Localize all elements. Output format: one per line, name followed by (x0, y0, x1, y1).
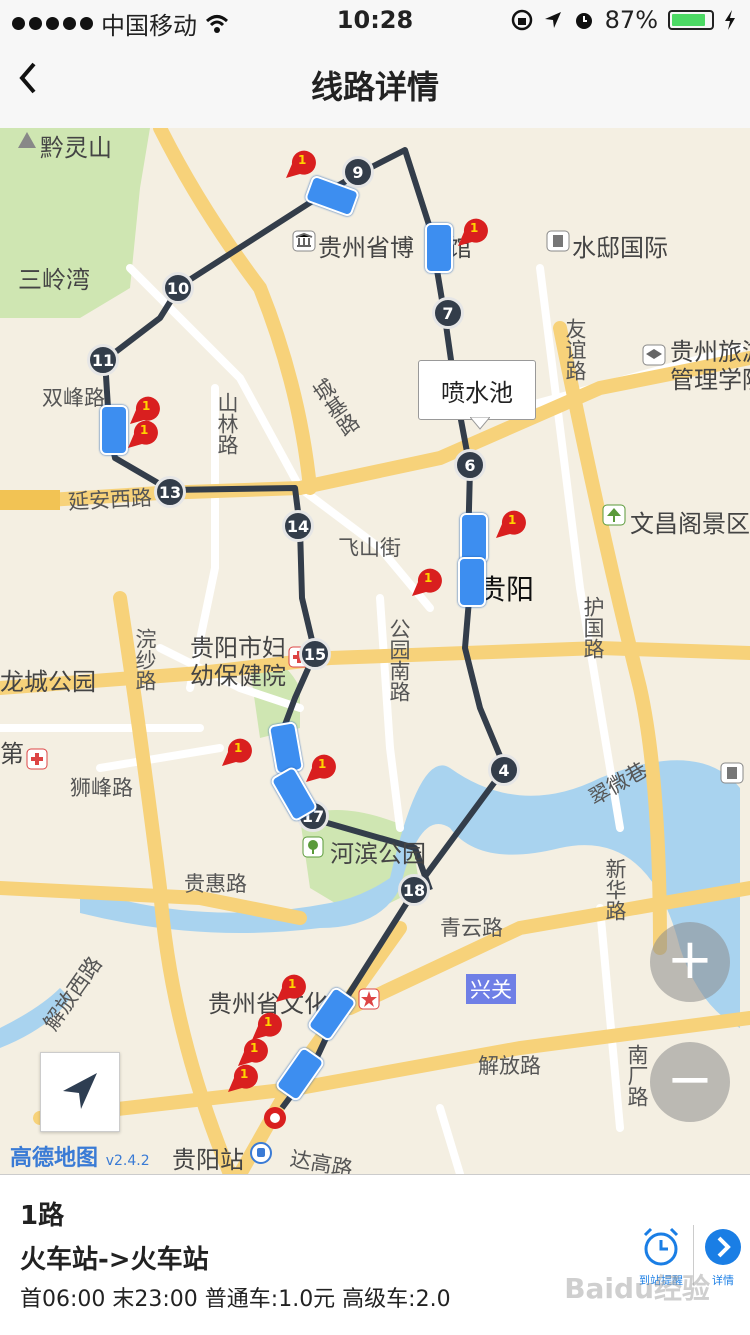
building-icon (546, 230, 570, 252)
route-info-panel: 1路 火车站->火车站 首06:00 末23:00 普通车:1.0元 高级车:2… (0, 1174, 750, 1335)
poi-qianlingshan: 黔灵山 (40, 134, 112, 162)
location-arrow-icon (544, 12, 561, 28)
poi-longcheng: 龙城公园 (0, 668, 96, 696)
status-bar: 中国移动 10:28 87% (0, 0, 750, 40)
bus-pin-icon: 1 (458, 218, 488, 246)
stop-marker[interactable]: 11 (87, 344, 119, 376)
bus-pin-icon: 1 (222, 738, 252, 766)
svg-text:1: 1 (140, 423, 148, 437)
stop-marker[interactable]: 10 (162, 272, 194, 304)
bus-pin-icon: 1 (286, 150, 316, 178)
poi-hebin: 河滨公园 (330, 840, 426, 868)
route-name: 1路 (20, 1201, 65, 1231)
charging-icon (725, 10, 735, 30)
svg-text:1: 1 (240, 1067, 248, 1081)
bus-pin-icon: 1 (412, 568, 442, 596)
bus-pin-icon: 1 (496, 510, 526, 538)
poi-shuidi: 水邸国际 (572, 234, 668, 262)
stop-marker[interactable]: 6 (454, 449, 486, 481)
poi-sanlingwan: 三岭湾 (18, 266, 90, 294)
svg-text:1: 1 (288, 977, 296, 991)
bus-icon[interactable] (460, 513, 488, 563)
road-feishan: 飞山街 (338, 536, 401, 560)
poi-guiyang-station: 贵阳站 (172, 1146, 244, 1174)
road-shifeng: 狮峰路 (70, 776, 133, 800)
road-huansha: 浣纱路 (133, 628, 157, 691)
poi-wenchang: 文昌阁景区 (630, 510, 750, 538)
road-huguo: 护国路 (581, 596, 605, 659)
road-gongyuan: 公园南路 (387, 618, 411, 702)
stop-marker[interactable]: 18 (398, 874, 430, 906)
district-xingguan: 兴关 (466, 974, 516, 1004)
bus-pin-icon: 1 (276, 974, 306, 1002)
museum-icon (292, 230, 316, 252)
road-guihui: 贵惠路 (184, 872, 247, 896)
route-schedule: 首06:00 末23:00 普通车:1.0元 高级车:2.0 (20, 1287, 451, 1312)
map-base (0, 128, 750, 1174)
rotation-lock-icon (511, 9, 532, 31)
poi-hospital-2: 幼保健院 (190, 662, 286, 690)
callout-tail (470, 417, 490, 430)
svg-text:1: 1 (264, 1015, 272, 1029)
bus-icon[interactable] (458, 557, 486, 607)
battery-icon (668, 10, 714, 30)
map-logo: 高德地图 v2.4.2 (10, 1140, 150, 1172)
zoom-out-button[interactable]: − (650, 1042, 730, 1122)
stop-callout[interactable]: 喷水池 (418, 360, 536, 420)
poi-guiyang: 贵阳 (478, 573, 535, 606)
building-icon-2 (720, 762, 744, 784)
scenic-spot-icon (602, 504, 626, 526)
poi-di: 第 (0, 740, 24, 768)
status-icons: 87% (511, 6, 736, 34)
school-icon (642, 344, 666, 366)
road-shanlin: 山林路 (215, 392, 239, 455)
chevron-right-circle-icon (705, 1229, 741, 1265)
road-jiefang: 解放路 (478, 1054, 541, 1078)
svg-text:1: 1 (508, 513, 516, 527)
park-icon (302, 836, 324, 858)
route-direction: 火车站->火车站 (20, 1245, 209, 1275)
train-station-icon (250, 1142, 272, 1164)
poi-museum: 贵州省博 (318, 234, 414, 262)
alarm-clock-icon (643, 1227, 679, 1266)
poi-tourism-2: 管理学院 (670, 366, 750, 394)
location-arrow-icon (63, 1073, 97, 1109)
svg-text:1: 1 (250, 1041, 258, 1055)
watermark: Baidu经验 (564, 1272, 710, 1305)
svg-text:1: 1 (424, 571, 432, 585)
road-youyi: 友谊路 (563, 318, 587, 381)
alarm-icon (575, 13, 592, 29)
battery-percent: 87% (604, 6, 658, 34)
hospital-icon-2 (26, 748, 48, 770)
zoom-in-button[interactable]: + (650, 922, 730, 1002)
star-icon (358, 988, 380, 1010)
stop-marker[interactable]: 9 (342, 156, 374, 188)
scenic-icon (18, 132, 36, 148)
svg-text:1: 1 (298, 153, 306, 167)
road-shuangfeng: 双峰路 (42, 386, 105, 410)
svg-text:1: 1 (318, 757, 326, 771)
road-nanchang: 南厂路 (625, 1044, 649, 1107)
svg-text:1: 1 (234, 741, 242, 755)
map-logo-version: v2.4.2 (105, 1153, 150, 1169)
svg-text:1: 1 (470, 221, 478, 235)
map-logo-text: 高德地图 (10, 1146, 99, 1171)
road-qingyun: 青云路 (440, 916, 503, 940)
route-map[interactable]: 黔灵山 三岭湾 贵州省博 馆 水邸国际 友谊路 贵州旅游 管理学院 双峰路 山林… (0, 128, 750, 1174)
stop-marker[interactable]: 7 (432, 297, 464, 329)
road-yanan: 延安西路 (67, 485, 153, 515)
bus-icon[interactable] (425, 223, 453, 273)
locate-button[interactable] (40, 1052, 120, 1132)
page-title: 线路详情 (310, 68, 439, 106)
road-xinhua: 新华路 (603, 858, 627, 921)
bus-pin-icon: 1 (128, 420, 158, 448)
bus-pin-icon: 1 (306, 754, 336, 782)
svg-text:1: 1 (142, 399, 150, 413)
stop-marker[interactable]: 4 (488, 754, 520, 786)
nav-bar: 线路详情 (0, 40, 750, 129)
stop-marker[interactable]: 13 (154, 476, 186, 508)
stop-marker[interactable]: 15 (299, 638, 331, 670)
stop-marker[interactable]: 14 (282, 510, 314, 542)
bus-pin-icon: 1 (228, 1064, 258, 1092)
